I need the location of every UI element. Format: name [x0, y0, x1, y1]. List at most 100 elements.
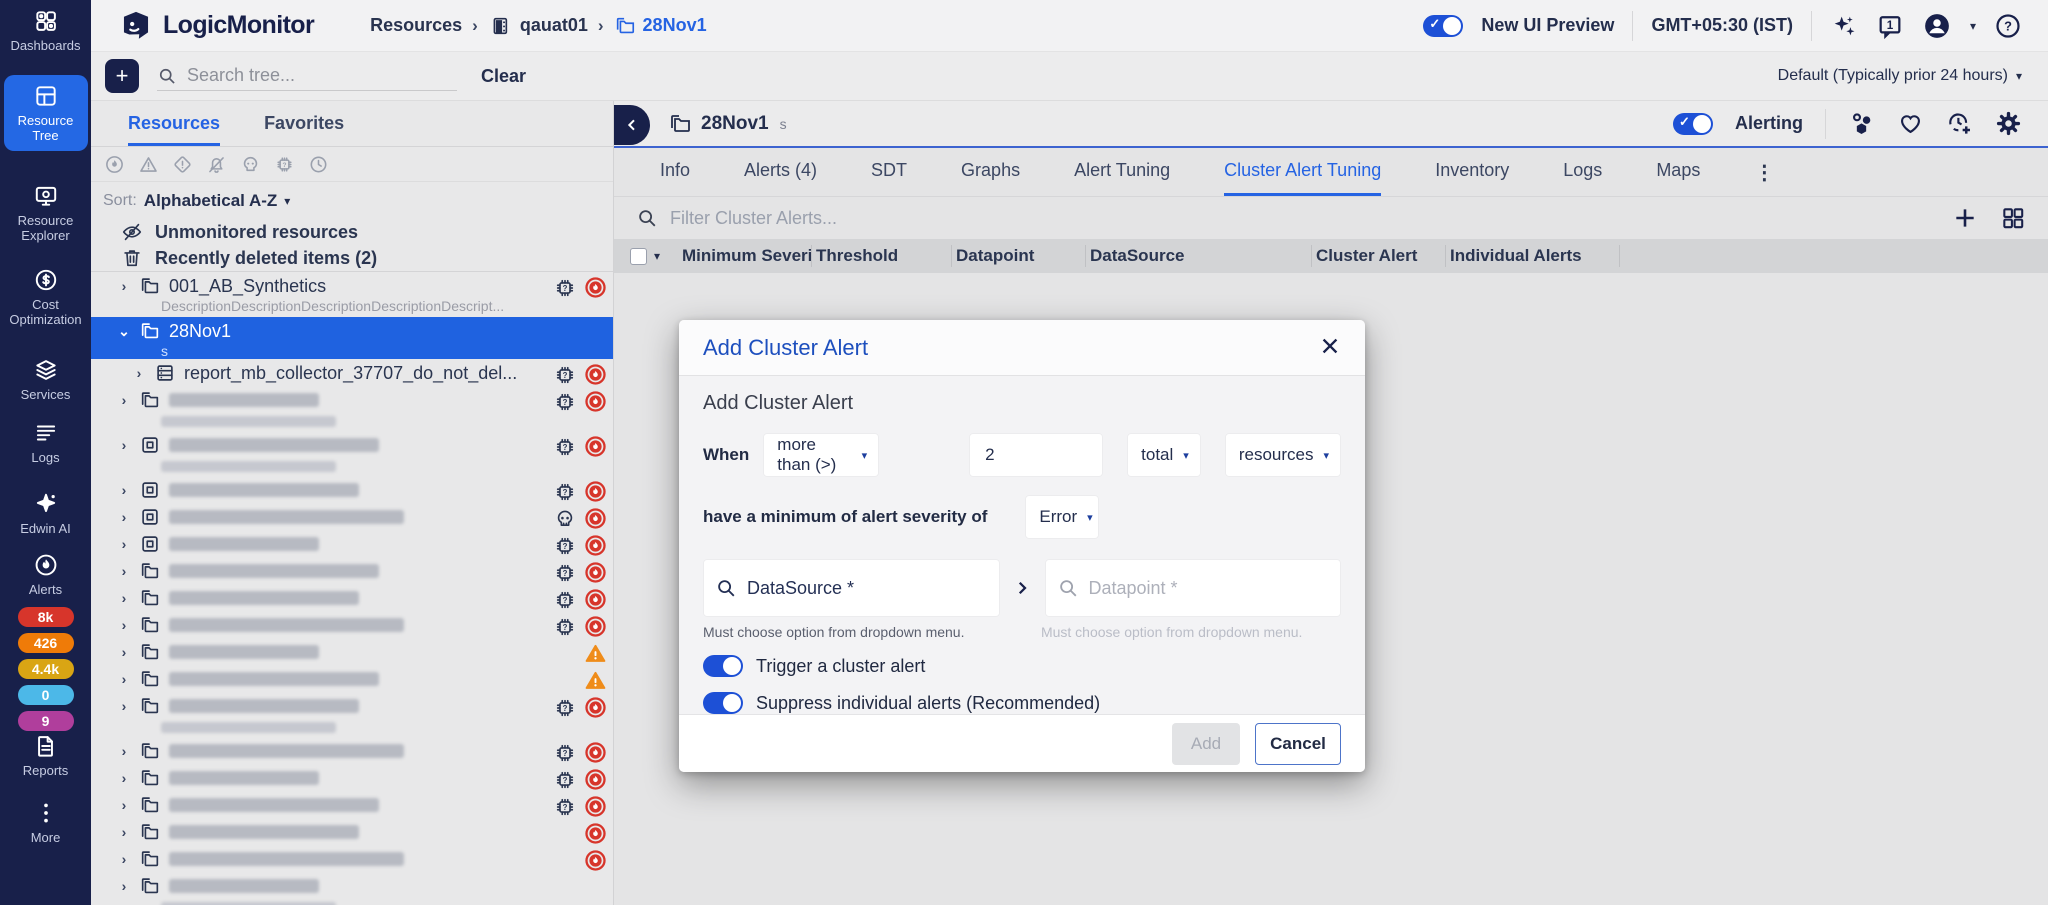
help-icon[interactable]: ?: [1994, 12, 2022, 40]
tree-row[interactable]: ›?: [91, 611, 613, 638]
tab-inventory[interactable]: Inventory: [1435, 148, 1509, 196]
clear-search-button[interactable]: Clear: [481, 66, 526, 87]
warning-filter-icon[interactable]: [138, 154, 159, 175]
column-header-datasource[interactable]: DataSource: [1086, 245, 1312, 267]
tree-tab-favorites[interactable]: Favorites: [264, 113, 344, 146]
tree-row-selected[interactable]: ⌄ 28Nov1 s: [91, 317, 613, 359]
column-header-individual-alerts[interactable]: Individual Alerts: [1446, 245, 1620, 267]
column-header-datapoint[interactable]: Datapoint: [952, 245, 1086, 267]
breadcrumb-group[interactable]: qauat01: [520, 15, 588, 36]
select-all-checkbox[interactable]: [630, 247, 647, 265]
sdt-filter-icon[interactable]: [206, 154, 227, 175]
alert-count-badge[interactable]: 9: [17, 711, 74, 731]
caret-collapsed-icon[interactable]: ›: [117, 770, 131, 786]
collapse-tree-button[interactable]: [614, 105, 650, 145]
sidebar-item-logs[interactable]: Logs: [4, 420, 88, 465]
add-button[interactable]: Add: [1172, 722, 1240, 765]
alert-count-badge[interactable]: 0: [17, 685, 74, 705]
caret-collapsed-icon[interactable]: ›: [117, 698, 131, 714]
tab-info[interactable]: Info: [660, 148, 690, 196]
tree-row[interactable]: ›: [91, 818, 613, 845]
caret-expanded-icon[interactable]: ⌄: [117, 323, 131, 340]
sidebar-item-cost-optimization[interactable]: Cost Optimization: [4, 267, 88, 327]
add-cluster-alert-icon[interactable]: [1952, 205, 1978, 231]
tab-logs[interactable]: Logs: [1563, 148, 1602, 196]
sidebar-item-reports[interactable]: Reports: [4, 733, 88, 778]
sidebar-item-edwin-ai[interactable]: Edwin AI: [4, 491, 88, 536]
add-resource-button[interactable]: +: [105, 59, 139, 93]
close-icon[interactable]: [1319, 335, 1341, 360]
caret-collapsed-icon[interactable]: ›: [117, 392, 131, 408]
tab-graphs[interactable]: Graphs: [961, 148, 1020, 196]
sidebar-item-dashboards[interactable]: Dashboards: [4, 8, 88, 53]
suppress-individual-alerts-toggle[interactable]: [703, 692, 743, 715]
tree-row[interactable]: ›?: [91, 692, 613, 737]
sidebar-item-alerts[interactable]: Alerts: [4, 552, 88, 597]
sort-row[interactable]: Sort: Alphabetical A-Z ▾: [91, 182, 613, 219]
timezone-label[interactable]: GMT+05:30 (IST): [1651, 15, 1793, 36]
suppress-individual-alerts-toggle-row[interactable]: Suppress individual alerts (Recommended): [703, 692, 1341, 715]
caret-collapsed-icon[interactable]: ›: [117, 278, 131, 294]
tree-row[interactable]: › report_mb_collector_37707_do_not_del...…: [91, 359, 613, 386]
comment-icon[interactable]: 1: [1876, 12, 1904, 40]
tabs-overflow-menu[interactable]: ⋮: [1754, 160, 1774, 185]
column-header-cluster-alert[interactable]: Cluster Alert: [1312, 245, 1446, 267]
caret-collapsed-icon[interactable]: ›: [117, 797, 131, 813]
topology-icon[interactable]: [1848, 110, 1875, 137]
caret-collapsed-icon[interactable]: ›: [117, 851, 131, 867]
sidebar-item-resource-tree[interactable]: Resource Tree: [3, 75, 88, 151]
tree-row[interactable]: ›?: [91, 764, 613, 791]
caret-collapsed-icon[interactable]: ›: [117, 617, 131, 633]
unit-select[interactable]: total ▾: [1127, 433, 1201, 478]
caret-collapsed-icon[interactable]: ›: [117, 824, 131, 840]
tree-utility-trash[interactable]: Recently deleted items (2): [91, 245, 613, 271]
caret-collapsed-icon[interactable]: ›: [117, 563, 131, 579]
tree-row[interactable]: ›?: [91, 431, 613, 476]
avatar-icon[interactable]: [1922, 11, 1952, 41]
caret-collapsed-icon[interactable]: ›: [117, 743, 131, 759]
threshold-input[interactable]: [969, 433, 1104, 478]
tree-row[interactable]: ›?: [91, 530, 613, 557]
tab-alert-tuning[interactable]: Alert Tuning: [1074, 148, 1170, 196]
card-view-icon[interactable]: [2000, 205, 2026, 231]
time-range-select[interactable]: Default (Typically prior 24 hours) ▾: [1778, 67, 2022, 85]
column-header-threshold[interactable]: Threshold: [812, 245, 952, 267]
trigger-cluster-alert-toggle-row[interactable]: Trigger a cluster alert: [703, 655, 1341, 678]
column-header-minimum-severity[interactable]: Minimum Severity: [678, 245, 812, 267]
tree-row[interactable]: › 001_AB_Synthetics DescriptionDescription…: [91, 272, 613, 317]
tree-search-input[interactable]: [187, 65, 417, 86]
sidebar-item-resource-explorer[interactable]: Resource Explorer: [4, 183, 88, 243]
tree-row[interactable]: ›: [91, 872, 613, 905]
breadcrumb-leaf[interactable]: 28Nov1: [614, 15, 707, 37]
error-filter-icon[interactable]: [172, 154, 193, 175]
caret-collapsed-icon[interactable]: ›: [117, 509, 131, 525]
alert-count-badge[interactable]: 426: [17, 633, 74, 653]
caret-collapsed-icon[interactable]: ›: [117, 671, 131, 687]
tab-maps[interactable]: Maps: [1656, 148, 1700, 196]
datasource-input[interactable]: [747, 577, 987, 599]
filter-cluster-alerts-input[interactable]: [670, 207, 1090, 229]
critical-filter-icon[interactable]: [104, 154, 125, 175]
sparkle-icon[interactable]: [1830, 12, 1858, 40]
tree-tab-resources[interactable]: Resources: [128, 113, 221, 146]
caret-collapsed-icon[interactable]: ›: [132, 365, 146, 381]
unmonitored-filter-icon[interactable]: ?: [274, 154, 295, 175]
alert-count-badge[interactable]: 8k: [17, 607, 74, 627]
new-ui-preview-toggle[interactable]: ✓: [1423, 14, 1464, 37]
tree-row[interactable]: ›?: [91, 791, 613, 818]
tab-cluster-alert-tuning[interactable]: Cluster Alert Tuning: [1224, 148, 1382, 196]
tree-row[interactable]: ›?: [91, 737, 613, 764]
caret-collapsed-icon[interactable]: ›: [117, 878, 131, 894]
tab-sdt[interactable]: SDT: [871, 148, 907, 196]
tree-row[interactable]: ›: [91, 845, 613, 872]
heart-icon[interactable]: [1897, 110, 1924, 137]
alert-count-badge[interactable]: 4.4k: [17, 659, 74, 679]
chevron-down-icon[interactable]: ▾: [654, 249, 660, 263]
caret-collapsed-icon[interactable]: ›: [117, 590, 131, 606]
tab-alerts-4-[interactable]: Alerts (4): [744, 148, 817, 196]
logo[interactable]: LogicMonitor: [119, 9, 315, 43]
severity-select[interactable]: Error ▾: [1025, 495, 1100, 540]
caret-collapsed-icon[interactable]: ›: [117, 482, 131, 498]
breadcrumb-resources[interactable]: Resources: [370, 15, 462, 36]
tree-row[interactable]: ›?: [91, 584, 613, 611]
